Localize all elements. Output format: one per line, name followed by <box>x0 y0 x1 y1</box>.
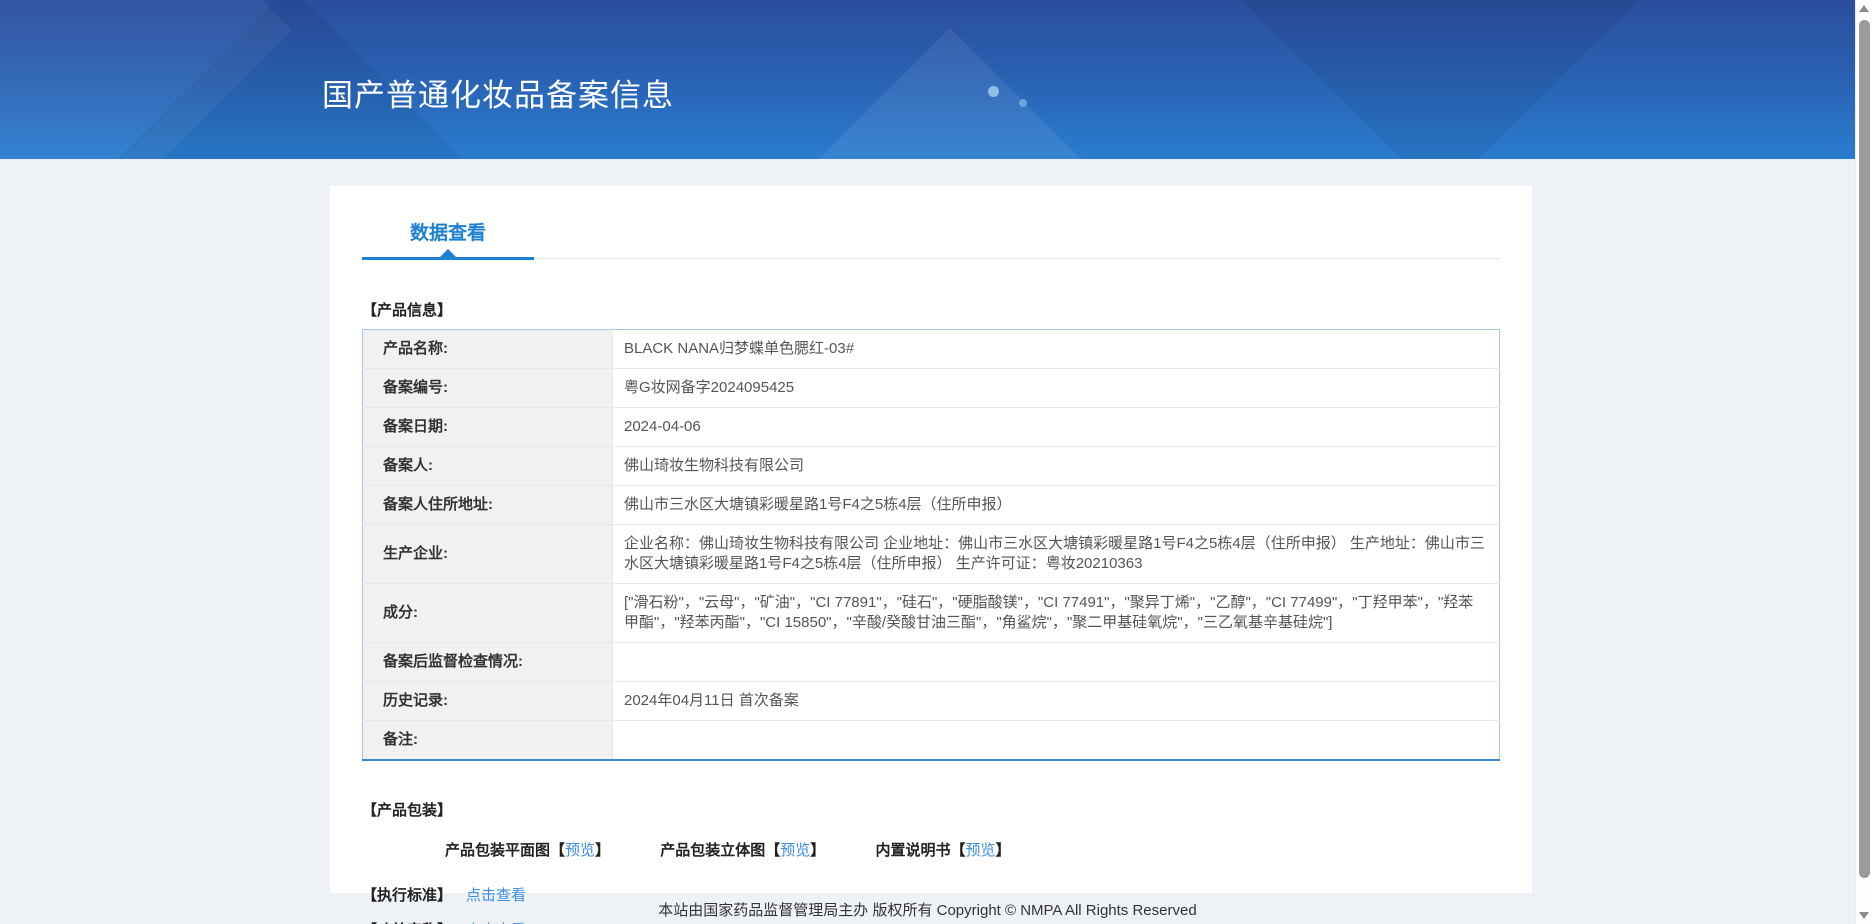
row-value: 佛山琦妆生物科技有限公司 <box>612 446 1500 486</box>
bracket: 【 <box>765 842 781 859</box>
scrollbar-up-arrow-icon[interactable] <box>1859 5 1869 12</box>
tab-strip: 数据查看 <box>362 218 1500 260</box>
table-row: 备案后监督检查情况: <box>362 642 1500 682</box>
bracket: 【 <box>950 842 966 859</box>
row-value: 2024年04月11日 首次备案 <box>612 681 1500 721</box>
decorative-dot <box>988 86 999 97</box>
page-title: 国产普通化妆品备案信息 <box>322 78 674 113</box>
packaging-flat-image-preview-link[interactable]: 预览 <box>565 842 595 859</box>
row-value: 企业名称：佛山琦妆生物科技有限公司 企业地址：佛山市三水区大塘镇彩暖星路1号F4… <box>612 524 1500 584</box>
row-label: 生产企业: <box>362 524 613 584</box>
browser-scrollbar[interactable] <box>1855 0 1872 924</box>
bracket: 【 <box>550 842 566 859</box>
row-label: 成分: <box>362 583 613 643</box>
scrollbar-thumb[interactable] <box>1859 20 1870 878</box>
row-label: 备案人住所地址: <box>362 485 613 525</box>
table-row: 产品名称: BLACK NANA归梦蝶单色腮红-03# <box>362 329 1500 369</box>
table-row: 备注: <box>362 720 1500 760</box>
product-info-section-title: 【产品信息】 <box>362 302 453 319</box>
table-row: 历史记录: 2024年04月11日 首次备案 <box>362 681 1500 721</box>
bracket: 】 <box>995 842 1011 859</box>
table-row: 备案人住所地址: 佛山市三水区大塘镇彩暖星路1号F4之5栋4层（住所申报） <box>362 485 1500 525</box>
packaging-section-title: 【产品包装】 <box>362 802 453 819</box>
bracket: 】 <box>595 842 611 859</box>
row-value <box>612 642 1500 682</box>
tab-active-underline <box>362 257 535 260</box>
row-label: 备案人: <box>362 446 613 486</box>
row-label: 产品名称: <box>362 329 613 369</box>
packaging-flat-image-label: 产品包装平面图 <box>445 842 551 859</box>
table-row: 成分: ["滑石粉"，"云母"，"矿油"，"CI 77891"，"硅石"，"硬脂… <box>362 583 1500 643</box>
row-label: 备案编号: <box>362 368 613 408</box>
table-row: 备案人: 佛山琦妆生物科技有限公司 <box>362 446 1500 486</box>
row-label: 备案日期: <box>362 407 613 447</box>
footer-copyright: 本站由国家药品监督管理局主办 版权所有 Copyright © NMPA All… <box>658 902 1197 919</box>
packaging-3d-image-label: 产品包装立体图 <box>660 842 766 859</box>
packaging-manual-label: 内置说明书 <box>875 842 951 859</box>
row-value: BLACK NANA归梦蝶单色腮红-03# <box>612 329 1500 369</box>
row-label: 备注: <box>362 720 613 760</box>
content-card: 数据查看 【产品信息】 产品名称: BLACK NANA归梦蝶单色腮红-03# … <box>330 186 1532 924</box>
packaging-3d-image-preview-link[interactable]: 预览 <box>780 842 810 859</box>
row-value: ["滑石粉"，"云母"，"矿油"，"CI 77891"，"硅石"，"硬脂酸镁"，… <box>612 583 1500 643</box>
scrollbar-down-arrow-icon[interactable] <box>1859 912 1869 919</box>
packaging-flat-image-item: 产品包装平面图【预览】 <box>445 839 610 860</box>
tab-data-view-label: 数据查看 <box>410 223 487 244</box>
tab-active-caret-icon <box>440 249 456 257</box>
row-label: 历史记录: <box>362 681 613 721</box>
row-label: 备案后监督检查情况: <box>362 642 613 682</box>
decorative-cube-shape <box>737 27 1163 159</box>
decorative-dot <box>1019 99 1027 107</box>
header-banner: 国产普通化妆品备案信息 <box>0 0 1855 159</box>
product-info-table: 产品名称: BLACK NANA归梦蝶单色腮红-03# 备案编号: 粤G妆网备字… <box>362 329 1500 761</box>
bracket: 】 <box>810 842 826 859</box>
packaging-manual-preview-link[interactable]: 预览 <box>966 842 996 859</box>
table-row: 生产企业: 企业名称：佛山琦妆生物科技有限公司 企业地址：佛山市三水区大塘镇彩暖… <box>362 524 1500 584</box>
packaging-links-row: 产品包装平面图【预览】 产品包装立体图【预览】 内置说明书【预览】 <box>362 839 1500 860</box>
row-value: 2024-04-06 <box>612 407 1500 447</box>
decorative-cube-shape <box>1242 0 1638 159</box>
packaging-manual-item: 内置说明书【预览】 <box>875 839 1010 860</box>
table-row: 备案日期: 2024-04-06 <box>362 407 1500 447</box>
tab-data-view[interactable]: 数据查看 <box>362 218 535 260</box>
row-value <box>612 720 1500 760</box>
row-value: 佛山市三水区大塘镇彩暖星路1号F4之5栋4层（住所申报） <box>612 485 1500 525</box>
row-value: 粤G妆网备字2024095425 <box>612 368 1500 408</box>
table-row: 备案编号: 粤G妆网备字2024095425 <box>362 368 1500 408</box>
packaging-3d-image-item: 产品包装立体图【预览】 <box>660 839 825 860</box>
